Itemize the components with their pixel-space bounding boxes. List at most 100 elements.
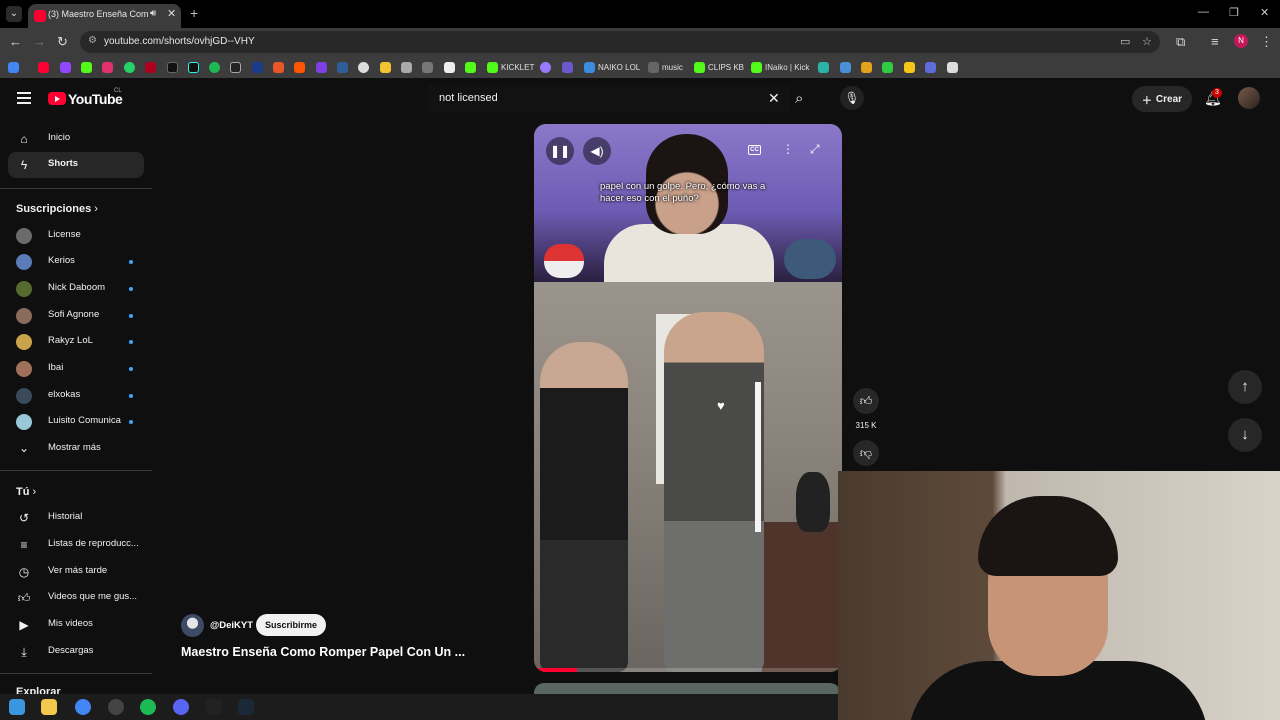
file-explorer-icon[interactable] [41,699,57,715]
cast-icon[interactable]: ▭ [1120,35,1130,48]
subscriptions-title[interactable]: Suscripciones › [16,203,98,215]
url-text[interactable]: youtube.com/shorts/ovhjGD--VHY [104,36,255,47]
extensions-icon[interactable]: ⧉ [1176,34,1185,50]
bookmark-kick-icon[interactable] [81,60,92,74]
search-input[interactable]: not licensed ✕ [428,85,790,113]
more-options-icon[interactable]: ⋮ [782,142,794,156]
bookmark-icon[interactable] [562,60,573,74]
subscription-item[interactable]: Nick Daboom [8,276,144,300]
volume-icon[interactable]: ◀) [583,137,611,165]
sidebar-item-playlists[interactable]: ≡ Listas de reproducc... [8,532,144,558]
bookmark-instagram-icon[interactable] [102,60,113,74]
bookmark-icon[interactable] [947,60,958,74]
captions-icon[interactable]: CC [748,145,761,155]
bookmark-x-icon[interactable] [167,60,178,74]
spotify-icon[interactable] [140,699,156,715]
channel-handle[interactable]: @DeiKYT [210,620,253,631]
subscription-item[interactable]: Rakyz LoL [8,329,144,353]
discord-icon[interactable] [173,699,189,715]
windows-start-icon[interactable] [9,699,25,715]
chrome-icon[interactable] [75,699,91,715]
bookmark-icon[interactable] [904,60,915,74]
browser-tab[interactable]: (3) Maestro Enseña Como R 🔊︎ ✕ [28,4,181,28]
tab-close-icon[interactable]: ✕ [167,7,176,20]
pause-icon[interactable]: ❚❚ [546,137,574,165]
sidebar-item-liked[interactable]: 👍︎ Videos que me gus... [8,585,144,611]
bookmark-naiko-kick[interactable]: INaiko | Kick [751,60,809,74]
app-icon[interactable] [206,699,222,715]
steam-icon[interactable] [238,699,254,715]
previous-short-button[interactable]: ↑ [1228,370,1262,404]
bookmark-spotify-icon[interactable] [209,60,220,74]
bookmark-search-icon[interactable] [337,60,348,74]
sidebar-item-my-videos[interactable]: ▶ Mis videos [8,612,144,638]
bookmark-icon[interactable] [861,60,872,74]
sidebar-item-shorts[interactable]: ϟ Shorts [8,152,144,178]
restore-icon[interactable]: ❐ [1229,6,1239,19]
bookmark-music[interactable]: music [648,60,683,74]
subscription-item[interactable]: Sofi Agnone [8,303,144,327]
channel-avatar[interactable] [181,614,204,637]
subscription-item[interactable]: Luisito Comunica [8,409,144,433]
reload-icon[interactable]: ↻ [57,34,68,50]
bookmark-icon[interactable] [465,60,476,74]
bookmark-soundcloud-icon[interactable] [294,60,305,74]
bookmark-icon[interactable] [925,60,936,74]
media-control-icon[interactable]: ≡ [1211,34,1219,49]
bookmark-icon[interactable] [358,60,369,74]
sidebar-item-watch-later[interactable]: ◷ Ver más tarde [8,559,144,585]
youtube-logo-icon[interactable] [48,92,66,105]
menu-kebab-icon[interactable]: ⋮ [1260,34,1273,50]
microphone-icon[interactable]: 🎙︎ [840,86,864,110]
like-button[interactable]: 👍︎ [853,388,879,414]
clear-search-icon[interactable]: ✕ [768,90,780,107]
sidebar-item-historial[interactable]: ↺ Historial [8,505,144,531]
subscription-item[interactable]: Ibai [8,356,144,380]
bookmark-icon[interactable] [818,60,829,74]
bookmark-icon[interactable] [230,60,241,74]
bookmark-icon[interactable] [840,60,851,74]
bookmark-icon[interactable] [145,60,156,74]
audio-playing-icon[interactable]: 🔊︎ [150,8,156,19]
app-icon[interactable] [108,699,124,715]
bookmark-icon[interactable] [316,60,327,74]
video-title[interactable]: Maestro Enseña Como Romper Papel Con Un … [181,645,481,659]
new-tab-button[interactable]: + [190,5,198,21]
bookmark-youtube-icon[interactable] [38,60,49,74]
sidebar-item-inicio[interactable]: ⌂ Inicio [8,126,144,152]
bookmark-icon[interactable] [422,60,433,74]
back-icon[interactable]: ← [9,34,22,49]
create-button[interactable]: ＋ Crear [1132,86,1192,112]
subscription-item[interactable]: Kerios [8,249,144,273]
progress-bar[interactable] [534,668,842,672]
bookmark-icon[interactable] [444,60,455,74]
search-value[interactable]: not licensed [439,92,498,104]
subscription-item[interactable]: elxokas [8,383,144,407]
address-bar[interactable]: ⚙ youtube.com/shorts/ovhjGD--VHY ▭ ☆ [80,31,1160,53]
bookmark-icon[interactable] [882,60,893,74]
dislike-button[interactable]: 👎︎ [853,440,879,466]
forward-icon[interactable]: → [33,34,46,49]
account-avatar[interactable] [1238,87,1260,109]
bookmark-clips-kb[interactable]: CLIPS KB [694,60,744,74]
bookmark-icon[interactable] [380,60,391,74]
bookmark-icon[interactable] [540,60,551,74]
bookmark-naiko-lol[interactable]: NAIKO LOL [584,60,640,74]
short-video-player[interactable]: ♥ ❚❚ ◀) CC ⋮ ⤢ papel con un golpe. Pero,… [534,124,842,672]
profile-avatar[interactable]: N [1234,34,1248,48]
tab-search-button[interactable]: ⌄ [6,6,22,22]
show-more-button[interactable]: ⌄ Mostrar más [8,436,144,460]
search-icon[interactable]: ⌕ [795,90,803,107]
bookmark-icon[interactable] [60,60,71,74]
menu-hamburger-icon[interactable] [17,92,31,107]
subscription-item[interactable]: License [8,223,144,247]
bookmark-tiktok-icon[interactable] [188,60,199,74]
bookmark-star-icon[interactable]: ☆ [1142,35,1152,48]
site-info-icon[interactable]: ⚙ [88,35,97,46]
bookmark-whatsapp-icon[interactable] [124,60,135,74]
fullscreen-icon[interactable]: ⤢ [810,142,820,157]
bookmark-icon[interactable] [401,60,412,74]
close-window-icon[interactable]: ✕ [1260,6,1269,19]
bookmark-icon[interactable] [252,60,263,74]
you-title[interactable]: Tú › [16,486,36,498]
